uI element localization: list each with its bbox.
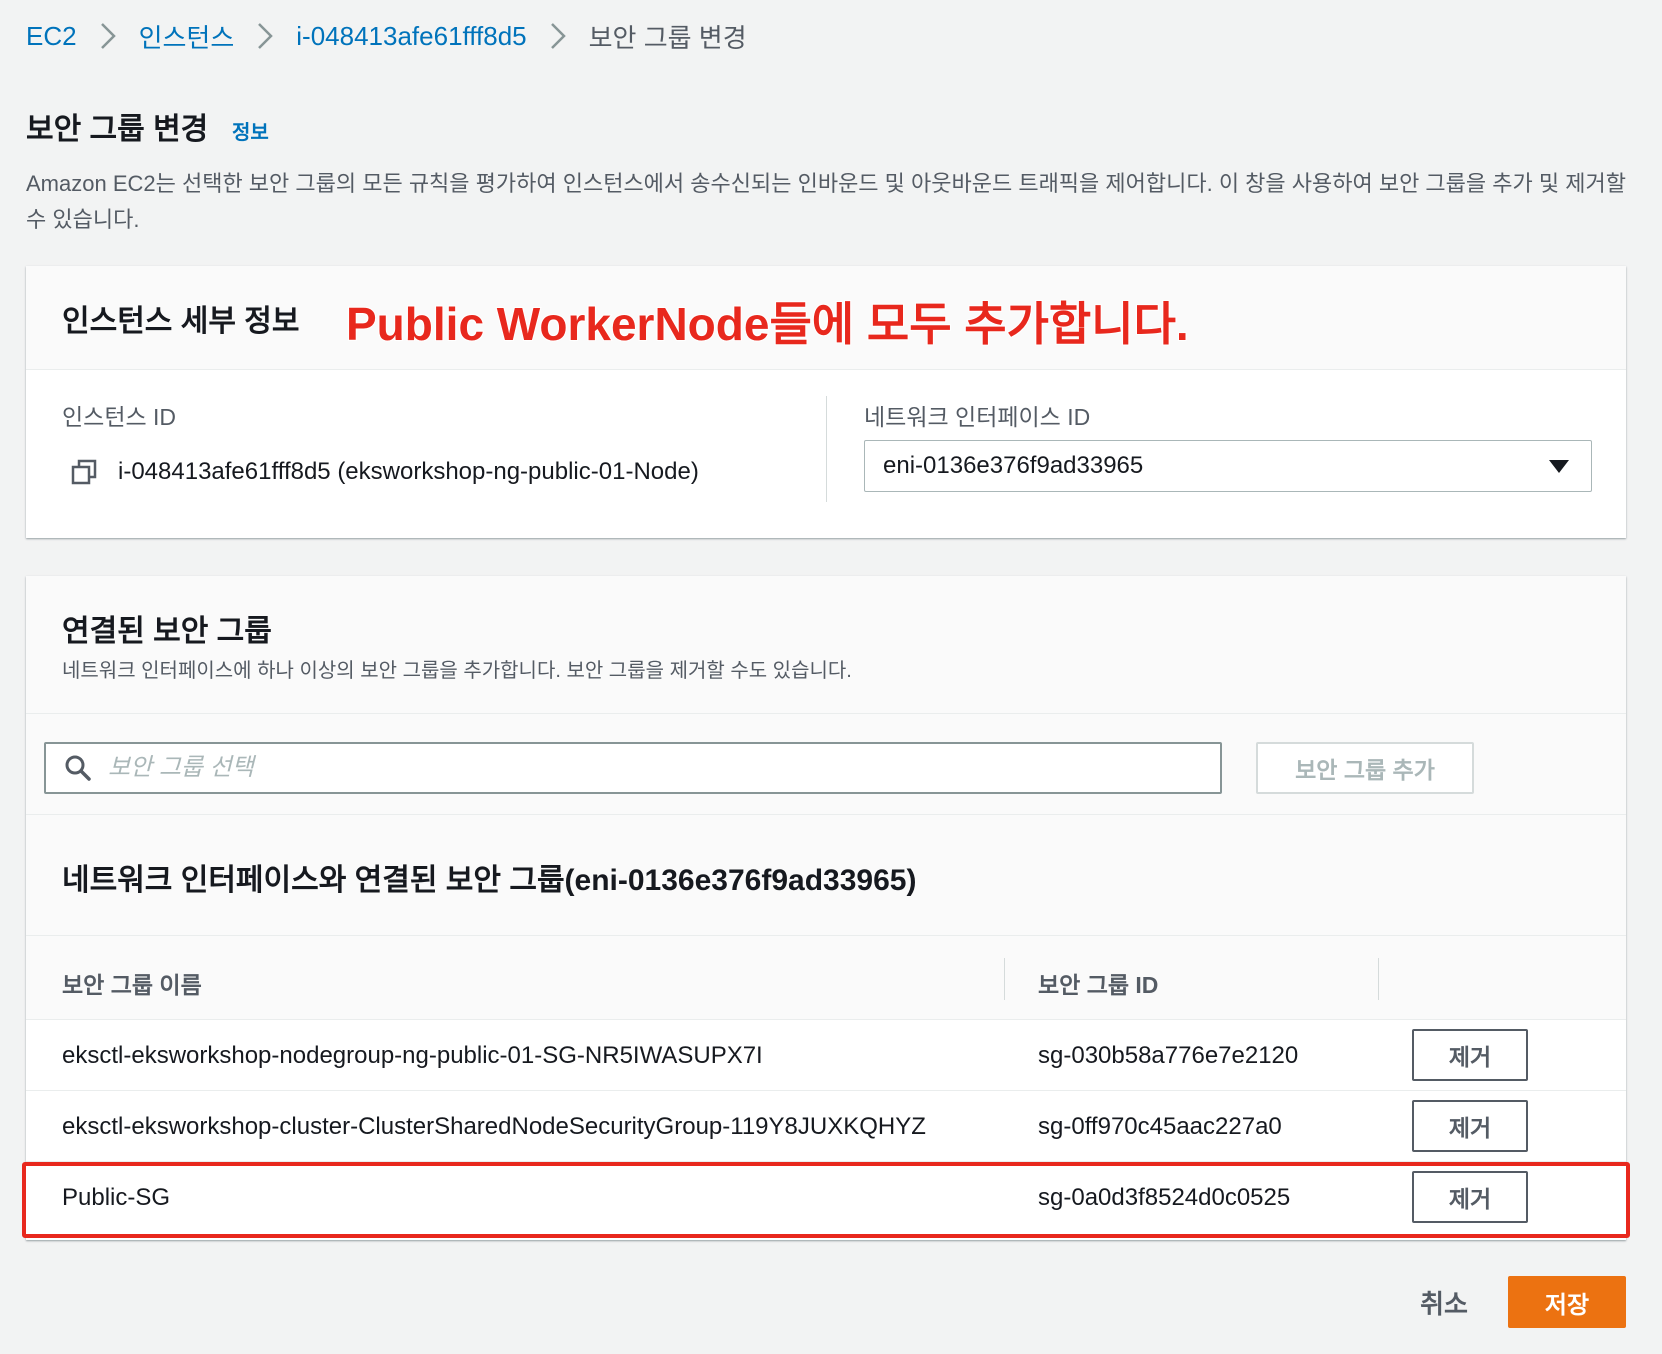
associated-sg-header: 네트워크 인터페이스와 연결된 보안 그룹(eni-0136e376f9ad33…: [26, 814, 1626, 936]
security-groups-title: 연결된 보안 그룹: [62, 615, 272, 648]
chevron-right-icon: [234, 16, 296, 56]
column-sg-name[interactable]: 보안 그룹 이름: [62, 966, 202, 1000]
info-link[interactable]: 정보: [232, 116, 269, 145]
sg-id: sg-030b58a776e7e2120: [1038, 1042, 1299, 1069]
instance-details-header: 인스턴스 세부 정보 Public WorkerNode들에 모두 추가합니다.: [26, 266, 1626, 370]
eni-label: 네트워크 인터페이스 ID: [864, 404, 1091, 430]
column-divider: [1378, 958, 1379, 1000]
eni-select[interactable]: eni-0136e376f9ad33965: [864, 440, 1592, 492]
remove-button[interactable]: 제거: [1412, 1029, 1528, 1081]
breadcrumb-ec2[interactable]: EC2: [26, 21, 77, 52]
page-description: Amazon EC2는 선택한 보안 그룹의 모든 규칙을 평가하여 인스턴스에…: [26, 171, 1626, 232]
table-row: Public-SG sg-0a0d3f8524d0c0525 제거: [26, 1162, 1626, 1233]
instance-id-label: 인스턴스 ID: [62, 404, 177, 430]
copy-icon[interactable]: [70, 458, 98, 486]
associated-sg-title: 네트워크 인터페이스와 연결된 보안 그룹(eni-0136e376f9ad33…: [62, 864, 917, 897]
sg-id: sg-0a0d3f8524d0c0525: [1038, 1184, 1291, 1211]
remove-button[interactable]: 제거: [1412, 1171, 1528, 1223]
chevron-right-icon: [77, 16, 139, 56]
column-divider: [1004, 958, 1005, 1000]
security-groups-subtitle: 네트워크 인터페이스에 하나 이상의 보안 그룹을 추가합니다. 보안 그룹을 …: [62, 660, 852, 682]
sg-name: eksctl-eksworkshop-cluster-ClusterShared…: [62, 1113, 926, 1140]
search-input[interactable]: [108, 754, 1108, 782]
add-security-group-button[interactable]: 보안 그룹 추가: [1256, 742, 1474, 794]
column-sg-id[interactable]: 보안 그룹 ID: [1038, 966, 1158, 1000]
instance-id-value: i-048413afe61fff8d5 (eksworkshop-ng-publ…: [118, 458, 699, 485]
field-divider: [826, 396, 827, 502]
save-button[interactable]: 저장: [1508, 1276, 1626, 1328]
search-icon: [65, 755, 91, 781]
breadcrumb-current: 보안 그룹 변경: [588, 22, 747, 53]
instance-details-title: 인스턴스 세부 정보: [62, 305, 300, 338]
breadcrumb-instances[interactable]: 인스턴스: [139, 18, 235, 55]
remove-button[interactable]: 제거: [1412, 1100, 1528, 1152]
breadcrumb: EC2 인스턴스 i-048413afe61fff8d5 보안 그룹 변경: [26, 16, 747, 56]
security-groups-panel: 연결된 보안 그룹 네트워크 인터페이스에 하나 이상의 보안 그룹을 추가합니…: [26, 576, 1626, 1240]
instance-id-value-row: i-048413afe61fff8d5 (eksworkshop-ng-publ…: [70, 458, 699, 486]
sg-name: eksctl-eksworkshop-nodegroup-ng-public-0…: [62, 1042, 763, 1069]
table-header: 보안 그룹 이름 보안 그룹 ID: [26, 936, 1626, 1020]
instance-details-panel: 인스턴스 세부 정보 Public WorkerNode들에 모두 추가합니다.…: [26, 266, 1626, 538]
eni-select-value: eni-0136e376f9ad33965: [883, 452, 1144, 479]
chevron-right-icon: [527, 16, 589, 56]
sg-id: sg-0ff970c45aac227a0: [1038, 1113, 1282, 1140]
sg-name: Public-SG: [62, 1184, 171, 1211]
table-row: eksctl-eksworkshop-nodegroup-ng-public-0…: [26, 1020, 1626, 1091]
page-title: 보안 그룹 변경: [26, 113, 209, 146]
caret-down-icon: [1549, 460, 1569, 473]
cancel-button[interactable]: 취소: [1400, 1276, 1488, 1328]
breadcrumb-instance-id[interactable]: i-048413afe61fff8d5: [296, 21, 526, 52]
annotation-text: Public WorkerNode들에 모두 추가합니다.: [345, 297, 1190, 351]
security-groups-header: 연결된 보안 그룹 네트워크 인터페이스에 하나 이상의 보안 그룹을 추가합니…: [26, 576, 1626, 714]
table-row: eksctl-eksworkshop-cluster-ClusterShared…: [26, 1091, 1626, 1162]
security-group-search[interactable]: [44, 742, 1222, 794]
